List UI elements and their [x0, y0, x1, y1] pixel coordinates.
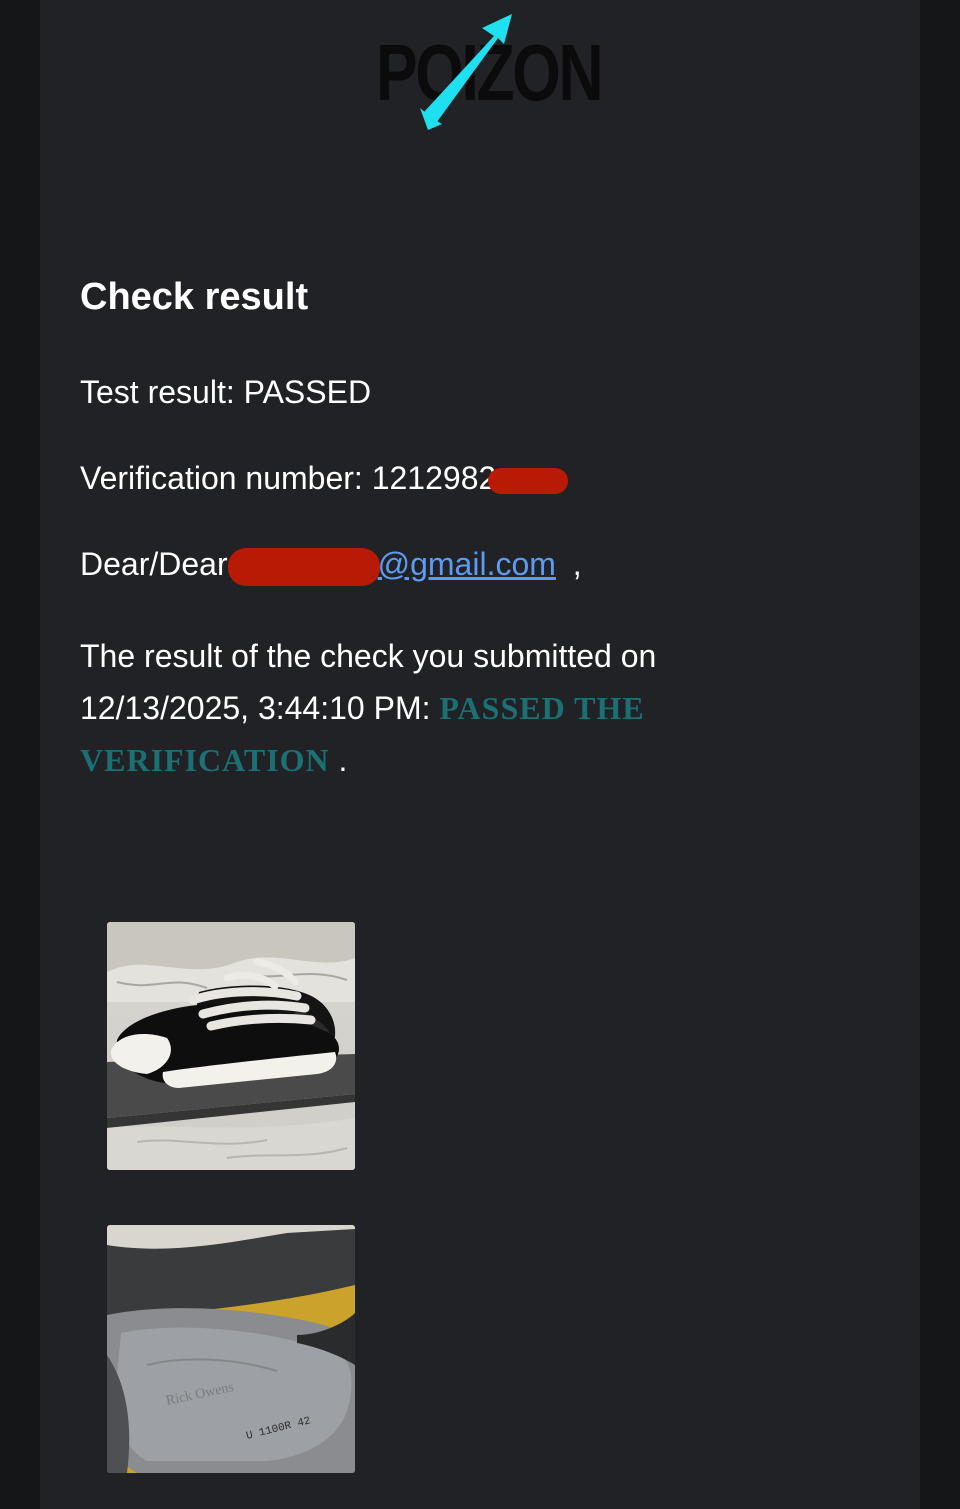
logo-slash-icon [420, 14, 512, 130]
greeting-row: Dear/Dear @gmail.com , [80, 546, 582, 586]
test-result-text: Test result: PASSED [80, 374, 372, 410]
sneaker-image [107, 922, 355, 1170]
greeting-prefix: Dear/Dear [80, 546, 228, 582]
sneaker-photo[interactable] [107, 922, 355, 1170]
verification-number-row: Verification number: 1212982 [80, 460, 569, 497]
verification-number-text: Verification number: 1212982 [80, 460, 497, 496]
email-link[interactable]: @gmail.com [378, 546, 556, 582]
page-title: Check result [80, 276, 309, 318]
insole-image: Rick Owens U 1100R 42 [107, 1225, 355, 1473]
insole-photo[interactable]: Rick Owens U 1100R 42 [107, 1225, 355, 1473]
page: POIZON Check result Test result: PASSED … [0, 0, 960, 1509]
redaction-mark [227, 547, 380, 586]
result-message: The result of the check you submitted on… [80, 630, 780, 786]
trailing-period: . [338, 742, 348, 778]
poizon-logo: POIZON [376, 8, 604, 132]
greeting-comma: , [572, 546, 582, 582]
redaction-mark [488, 467, 569, 494]
